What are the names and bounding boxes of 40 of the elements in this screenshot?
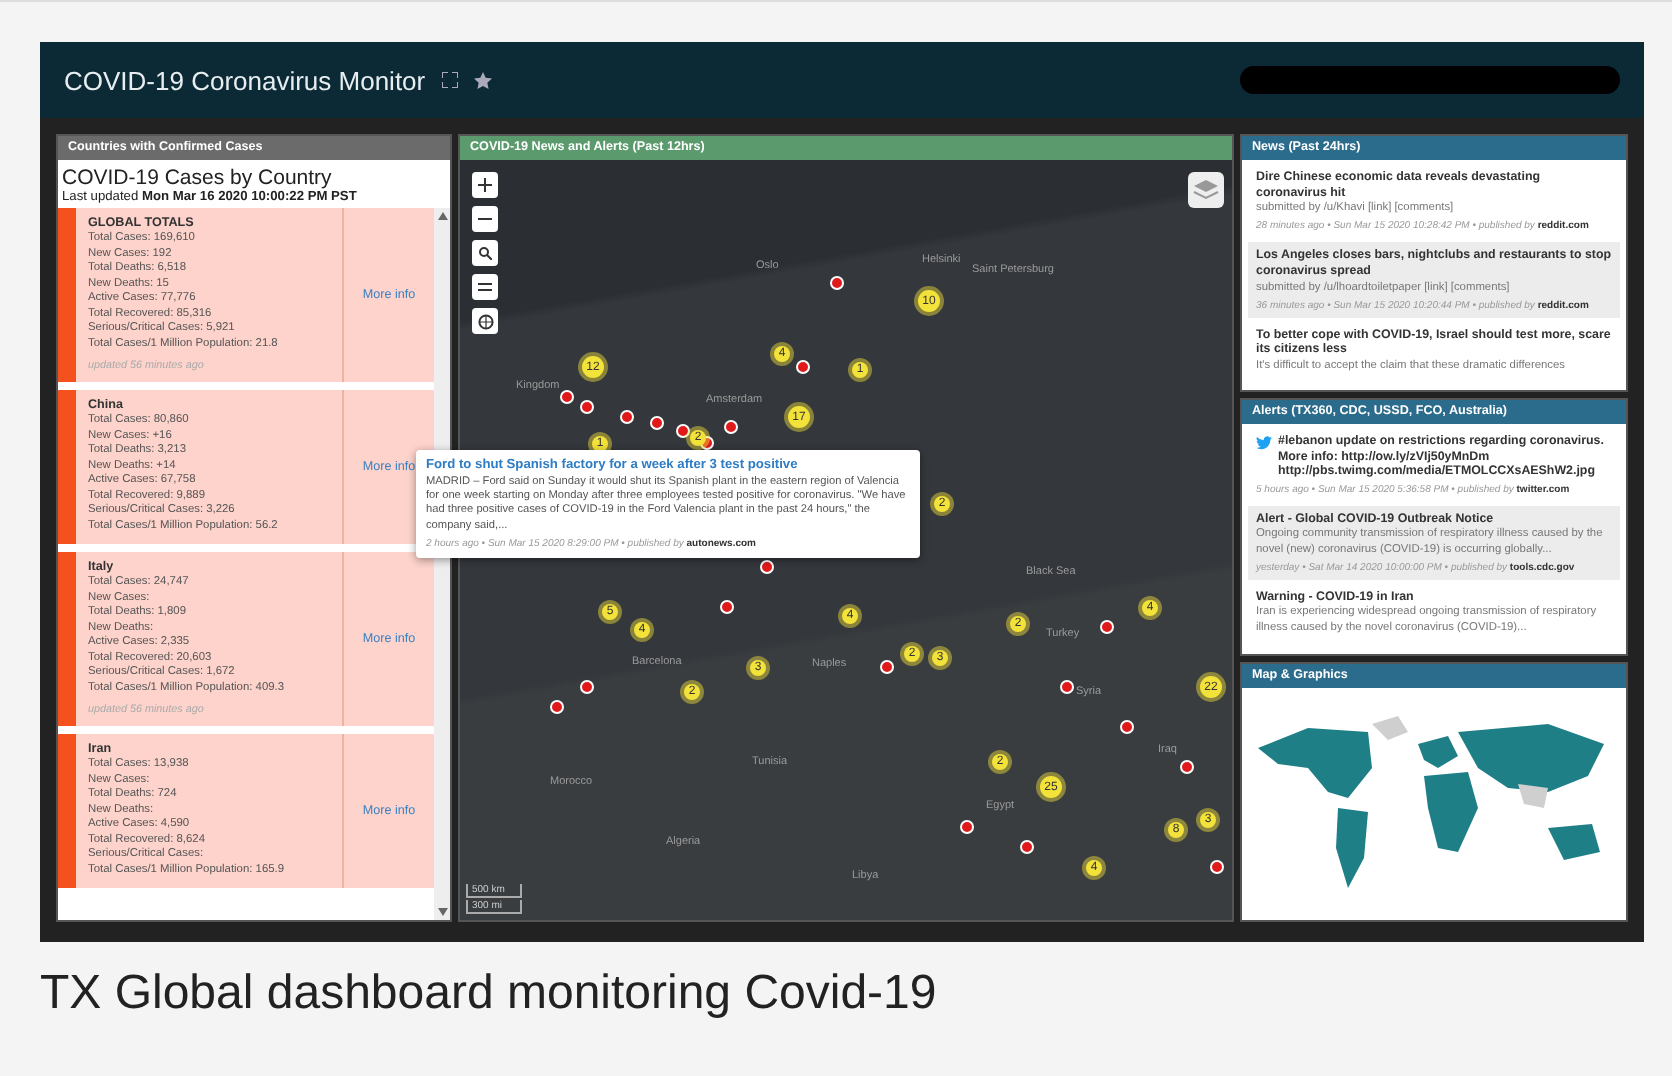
zoom-in-button[interactable] (472, 172, 498, 198)
map-point-marker[interactable] (1180, 760, 1194, 774)
bird-icon (1256, 436, 1272, 450)
map-point-marker[interactable] (1060, 680, 1074, 694)
map-point-marker[interactable] (1210, 860, 1224, 874)
caption: TX Global dashboard monitoring Covid-19 (40, 966, 939, 1022)
map-point-marker[interactable] (676, 424, 690, 438)
map-point-marker[interactable] (1020, 840, 1034, 854)
plus-icon (478, 178, 492, 192)
map-point-marker[interactable] (720, 600, 734, 614)
map-point-marker[interactable] (760, 560, 774, 574)
map-point-marker[interactable] (580, 400, 594, 414)
map-point-marker[interactable] (550, 700, 564, 714)
fullscreen-icon[interactable] (441, 72, 458, 88)
map-point-marker[interactable] (724, 420, 738, 434)
dashboard-title: COVID-19 Coronavirus Monitor (64, 65, 426, 95)
layers-button[interactable] (1188, 172, 1224, 208)
filter-button[interactable] (472, 274, 498, 300)
map-point-marker[interactable] (830, 276, 844, 290)
map-point-marker[interactable] (960, 820, 974, 834)
map-point-marker[interactable] (650, 416, 664, 430)
up-arrow-icon[interactable] (437, 212, 447, 220)
search-icon (478, 246, 492, 260)
globe-button[interactable] (472, 308, 498, 334)
map-point-marker[interactable] (796, 360, 810, 374)
lines-icon (478, 280, 492, 294)
map-point-marker[interactable] (880, 660, 894, 674)
star-icon[interactable] (473, 71, 492, 89)
down-arrow-icon[interactable] (437, 908, 447, 916)
map-point-marker[interactable] (1120, 720, 1134, 734)
globe-icon (477, 313, 493, 329)
map-point-marker[interactable] (620, 410, 634, 424)
layers-icon (1192, 176, 1220, 204)
map-point-marker[interactable] (560, 390, 574, 404)
minus-icon (478, 212, 492, 226)
map-point-marker[interactable] (580, 680, 594, 694)
search-button[interactable] (472, 240, 498, 266)
map-point-marker[interactable] (1100, 620, 1114, 634)
panel-title: COVID-19 Cases by Country (60, 164, 334, 190)
zoom-out-button[interactable] (472, 206, 498, 232)
